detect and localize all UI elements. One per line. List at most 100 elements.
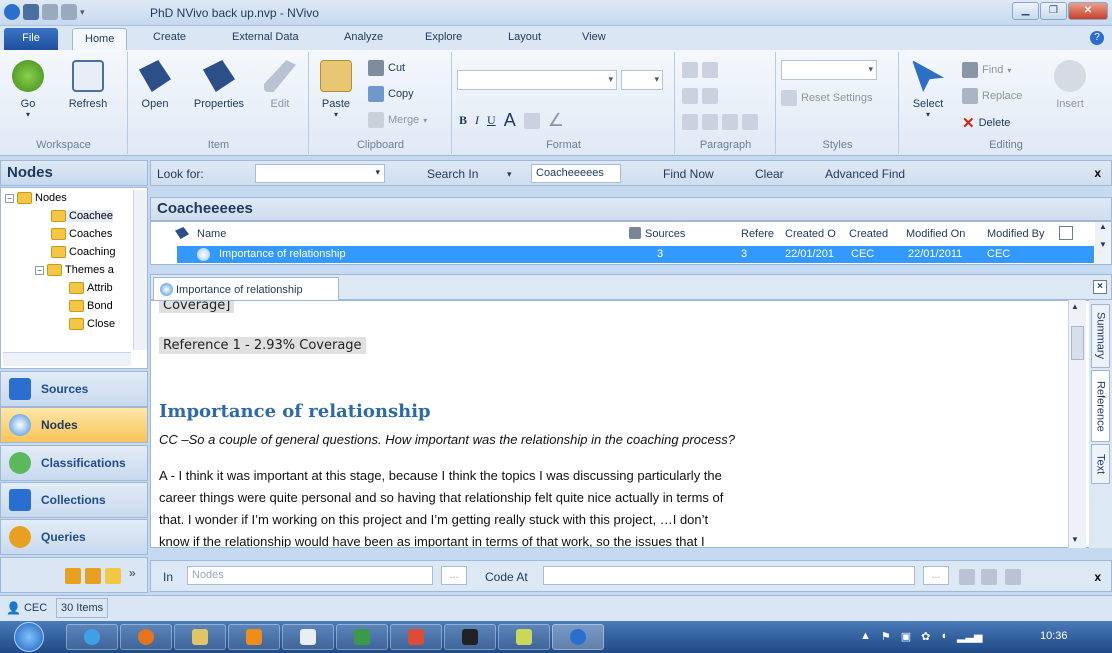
increase-indent-icon[interactable]: [702, 88, 718, 104]
tree-item-coaches[interactable]: Coaches: [51, 228, 112, 240]
highlight-icon[interactable]: [523, 112, 540, 129]
restore-button[interactable]: ❐: [1040, 2, 1067, 20]
undo-icon[interactable]: [61, 4, 77, 20]
clear-button[interactable]: Clear: [755, 167, 784, 181]
close-detail-icon[interactable]: ×: [1093, 280, 1107, 294]
insert-button[interactable]: Insert: [1050, 60, 1090, 110]
taskbar-media[interactable]: [228, 624, 280, 650]
advanced-find-button[interactable]: Advanced Find: [825, 167, 905, 181]
select-button[interactable]: Select ▾: [910, 60, 946, 119]
taskbar-explorer[interactable]: [174, 624, 226, 650]
justify-icon[interactable]: [742, 114, 758, 130]
taskbar-pdf[interactable]: [390, 624, 442, 650]
find-button[interactable]: Find ▾: [962, 62, 1011, 78]
scroll-up-icon[interactable]: ▲: [1071, 302, 1079, 311]
scroll-thumb[interactable]: [1071, 326, 1084, 360]
tab-text[interactable]: Text: [1091, 444, 1110, 484]
document-scrollbar[interactable]: ▲ ▼: [1068, 300, 1086, 548]
go-button[interactable]: Go ▾: [10, 60, 46, 119]
code-at-combo[interactable]: [543, 566, 915, 585]
numbered-list-icon[interactable]: [702, 62, 718, 78]
merge-button[interactable]: Merge ▾: [368, 112, 427, 128]
copy-button[interactable]: Copy: [368, 86, 414, 102]
close-button[interactable]: ✕: [1068, 2, 1108, 20]
refresh-button[interactable]: Refresh: [62, 60, 114, 110]
start-button[interactable]: [14, 622, 44, 652]
column-modified-by[interactable]: Modified By: [987, 228, 1044, 240]
tree-item-themes[interactable]: − Themes a: [35, 264, 114, 276]
clear-format-icon[interactable]: ∠: [548, 110, 564, 131]
tree-item-bond[interactable]: Bond: [69, 300, 113, 312]
tab-layout[interactable]: Layout: [508, 31, 541, 43]
table-row[interactable]: Importance of relationship 3 3 22/01/201…: [177, 246, 1094, 263]
properties-button[interactable]: Properties: [187, 60, 251, 110]
in-browse-button[interactable]: ...: [441, 566, 467, 585]
tree-item-attrib[interactable]: Attrib: [69, 282, 113, 294]
align-center-icon[interactable]: [702, 114, 718, 130]
open-button[interactable]: Open: [137, 60, 173, 110]
tree-vertical-scrollbar[interactable]: [133, 190, 147, 350]
underline-button[interactable]: U: [487, 113, 496, 128]
uncode-icon[interactable]: [981, 569, 997, 585]
column-chooser-icon[interactable]: [1059, 226, 1073, 240]
in-combo[interactable]: Nodes: [187, 566, 433, 585]
close-find-button[interactable]: x: [1094, 166, 1101, 180]
nav-button-nodes[interactable]: Nodes: [0, 407, 148, 443]
column-references[interactable]: Refere: [741, 228, 774, 240]
minimize-button[interactable]: ▁: [1012, 2, 1039, 20]
tab-create[interactable]: Create: [153, 31, 186, 43]
bold-button[interactable]: B: [459, 113, 467, 128]
collapse-icon[interactable]: −: [35, 265, 44, 275]
tab-summary[interactable]: Summary: [1091, 304, 1110, 368]
nav-button-collections[interactable]: Collections: [0, 482, 148, 518]
tab-file[interactable]: File: [4, 28, 58, 50]
font-name-combo[interactable]: [457, 70, 617, 90]
models-icon[interactable]: [85, 568, 101, 584]
tab-view[interactable]: View: [582, 31, 606, 43]
code-in-vivo-icon[interactable]: [1005, 569, 1021, 585]
customize-qat-icon[interactable]: ▾: [80, 7, 85, 18]
network-icon[interactable]: ▣: [901, 630, 911, 643]
taskbar-word[interactable]: [282, 624, 334, 650]
clock[interactable]: 10:36: [1040, 630, 1068, 642]
tree-item-coaching[interactable]: Coaching: [51, 246, 115, 258]
tab-home[interactable]: Home: [72, 28, 128, 50]
column-sources[interactable]: Sources: [645, 228, 685, 240]
taskbar-firefox[interactable]: [120, 624, 172, 650]
tab-importance-of-relationship[interactable]: Importance of relationship: [153, 277, 339, 301]
list-scrollbar[interactable]: ▲ ▼: [1095, 222, 1111, 264]
taskbar-excel[interactable]: [336, 624, 388, 650]
collapse-icon[interactable]: −: [5, 193, 14, 203]
close-coding-bar-button[interactable]: x: [1094, 570, 1101, 584]
search-in-input[interactable]: Coacheeeees: [531, 164, 621, 183]
tab-reference[interactable]: Reference: [1091, 370, 1110, 442]
font-size-combo[interactable]: [621, 70, 663, 90]
nav-button-sources[interactable]: Sources: [0, 371, 148, 407]
tab-analyze[interactable]: Analyze: [344, 31, 383, 43]
code-at-browse-button[interactable]: ...: [923, 566, 949, 585]
bullet-list-icon[interactable]: [682, 62, 698, 78]
save-icon[interactable]: [23, 4, 39, 20]
column-modified-on[interactable]: Modified On: [906, 228, 965, 240]
paste-button[interactable]: Paste ▾: [318, 60, 354, 119]
styles-combo[interactable]: [781, 60, 877, 80]
signal-icon[interactable]: ▂▃▅: [957, 630, 982, 643]
folders-icon[interactable]: [105, 568, 121, 584]
look-for-input[interactable]: ▾: [255, 164, 385, 183]
tree-item-nodes[interactable]: − Nodes: [5, 192, 67, 204]
edit-icon[interactable]: [42, 4, 58, 20]
nav-button-queries[interactable]: Queries: [0, 519, 148, 555]
configure-buttons-icon[interactable]: »: [129, 566, 136, 580]
column-name[interactable]: Name: [197, 228, 226, 240]
tree-item-coachee[interactable]: Coachee: [51, 210, 114, 222]
memos-icon[interactable]: [65, 568, 81, 584]
tree-item-close[interactable]: Close: [69, 318, 115, 330]
decrease-indent-icon[interactable]: [682, 88, 698, 104]
column-created-on[interactable]: Created O: [785, 228, 836, 240]
nvivo-app-icon[interactable]: [4, 4, 20, 20]
find-now-button[interactable]: Find Now: [663, 167, 714, 181]
taskbar-nvivo[interactable]: [552, 624, 604, 650]
code-icon[interactable]: [959, 569, 975, 585]
nav-button-classifications[interactable]: Classifications: [0, 445, 148, 481]
help-icon[interactable]: ?: [1090, 31, 1104, 45]
